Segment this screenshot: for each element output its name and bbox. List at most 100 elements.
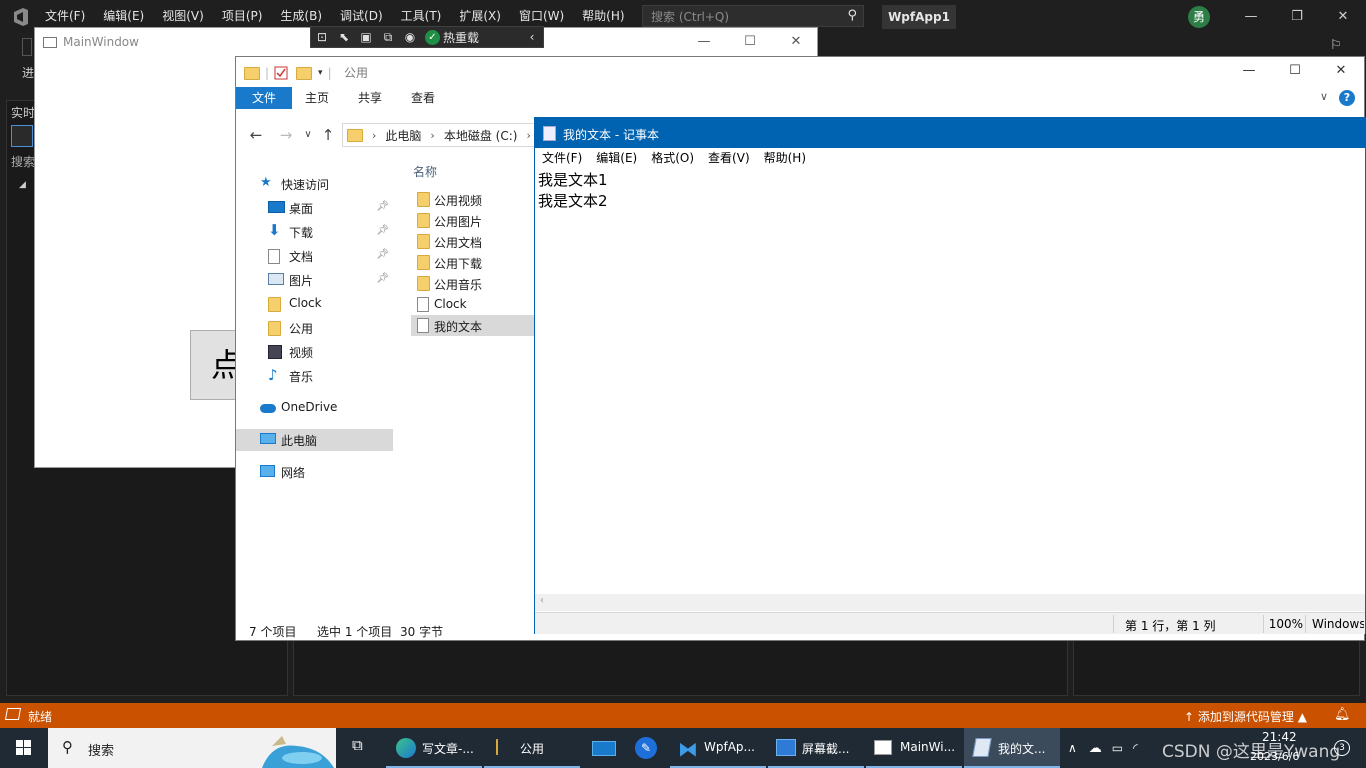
sidebar-item-documents[interactable]: 文档 📌︎ xyxy=(236,245,393,267)
notification-center-button[interactable]: 3 xyxy=(1334,740,1350,756)
sidebar-item-quick-access[interactable]: ★ 快速访问 xyxy=(236,173,393,195)
taskbar-app-mainwindow[interactable]: MainWi... xyxy=(866,728,962,768)
taskbar-app-pinned[interactable]: ✎ xyxy=(628,728,664,768)
clock-time[interactable]: 21:42 xyxy=(1262,730,1297,744)
breadcrumb-local-disk[interactable]: 本地磁盘 (C:) xyxy=(444,127,518,144)
list-item-selected[interactable]: 我的文本 xyxy=(411,315,536,336)
vs-search-placeholder: 搜索 (Ctrl+Q) xyxy=(651,10,730,24)
menu-item-edit[interactable]: 编辑(E) xyxy=(589,148,644,168)
explorer-close-button[interactable]: ✕ xyxy=(1318,57,1364,85)
pin-icon[interactable]: 📌︎ xyxy=(376,201,389,212)
notepad-text-area[interactable]: 我是文本1 我是文本2 xyxy=(538,170,608,212)
properties-icon[interactable] xyxy=(274,66,288,80)
taskbar-app-visual-studio[interactable]: ⧓ WpfAp... xyxy=(670,728,766,768)
sidebar-item-onedrive[interactable]: OneDrive xyxy=(236,397,393,419)
notification-bell-icon[interactable]: 🔔︎ xyxy=(1334,707,1351,722)
list-item[interactable]: 公用下载 xyxy=(411,252,536,273)
taskbar-app-mail[interactable] xyxy=(586,728,622,768)
ready-icon xyxy=(4,708,22,720)
sidebar-item-downloads[interactable]: ⬇ 下载 📌︎ xyxy=(236,221,393,243)
task-view-button[interactable]: ⧉ xyxy=(344,728,378,768)
vs-minimize-button[interactable]: — xyxy=(1228,0,1274,33)
help-icon[interactable]: ? xyxy=(1339,90,1355,106)
avatar[interactable]: 勇 xyxy=(1188,6,1210,28)
pin-icon[interactable]: 📌︎ xyxy=(376,249,389,260)
menu-item-help[interactable]: 帮助(H) xyxy=(757,148,813,168)
ribbon-tab-home[interactable]: 主页 xyxy=(305,87,329,109)
taskbar-search-text: 搜索 xyxy=(88,744,115,759)
display-layout-icon[interactable]: ▣ xyxy=(355,27,377,47)
customize-toolbar-icon[interactable]: ▾ xyxy=(318,68,323,78)
sidebar-item-public[interactable]: 公用 xyxy=(236,317,393,339)
forward-arrow-icon[interactable]: → xyxy=(276,125,296,145)
vs-toolbar-grip xyxy=(22,38,32,56)
menu-item-view[interactable]: 查看(V) xyxy=(701,148,757,168)
binding-failures-icon[interactable]: ◉ xyxy=(399,27,421,47)
ribbon-tab-view[interactable]: 查看 xyxy=(411,87,435,109)
track-focus-icon[interactable]: ⧉ xyxy=(377,27,399,47)
up-arrow-icon[interactable]: ↑ xyxy=(318,125,338,145)
horizontal-scrollbar[interactable]: ‹ xyxy=(535,594,1365,611)
sidebar-item-music[interactable]: ♪ 音乐 xyxy=(236,365,393,387)
status-zoom: 100% xyxy=(1268,617,1303,631)
ribbon-tab-file[interactable]: 文件 xyxy=(236,87,292,109)
address-bar[interactable]: › 此电脑 › 本地磁盘 (C:) › xyxy=(342,123,542,147)
list-item[interactable]: 公用图片 xyxy=(411,210,536,231)
mainwindow-minimize-button[interactable]: — xyxy=(681,28,727,56)
edge-icon xyxy=(396,738,416,758)
explorer-minimize-button[interactable]: — xyxy=(1226,57,1272,85)
ribbon-tab-share[interactable]: 共享 xyxy=(358,87,382,109)
expand-arrow-icon[interactable]: ◢ xyxy=(19,180,26,190)
sidebar-item-network[interactable]: 网络 xyxy=(236,461,393,483)
sidebar-item-clock[interactable]: Clock xyxy=(236,293,393,315)
list-item[interactable]: 公用文档 xyxy=(411,231,536,252)
list-item[interactable]: 公用音乐 xyxy=(411,273,536,294)
sidebar-item-pictures[interactable]: 图片 📌︎ xyxy=(236,269,393,291)
mainwindow-maximize-button[interactable]: ☐ xyxy=(727,28,773,56)
vs-close-button[interactable]: ✕ xyxy=(1320,0,1366,33)
clock-date[interactable]: 2023/6/6 xyxy=(1250,750,1299,763)
explorer-maximize-button[interactable]: ☐ xyxy=(1272,57,1318,85)
taskbar-app-edge[interactable]: 写文章-... xyxy=(386,728,482,768)
hot-reload-button[interactable]: ✓ 热重载 xyxy=(421,29,479,46)
menu-item-format[interactable]: 格式(O) xyxy=(644,148,701,168)
pin-icon[interactable]: 📌︎ xyxy=(376,273,389,284)
scroll-left-icon[interactable]: ‹ xyxy=(540,595,544,606)
sidebar-item-this-pc[interactable]: 此电脑 xyxy=(236,429,393,451)
desktop-icon xyxy=(268,201,285,213)
search-icon: ⚲ xyxy=(847,8,857,23)
onedrive-cloud-icon[interactable]: ☁ xyxy=(1089,741,1102,756)
windows-start-icon[interactable] xyxy=(0,728,48,768)
mainwindow-close-button[interactable]: ✕ xyxy=(773,28,819,56)
feedback-icon[interactable]: ⚐ xyxy=(1330,38,1342,53)
menu-item-file[interactable]: 文件(F) xyxy=(535,148,589,168)
vs-left-panel-search[interactable]: 搜索 xyxy=(11,153,35,170)
back-arrow-icon[interactable]: ← xyxy=(246,125,266,145)
taskbar-app-explorer[interactable]: 公用 xyxy=(484,728,580,768)
taskbar-search-box[interactable]: ⚲ 搜索 xyxy=(48,728,336,768)
sidebar-item-videos[interactable]: 视频 xyxy=(236,341,393,363)
vs-maximize-button[interactable]: ❐ xyxy=(1274,0,1320,33)
wifi-icon[interactable]: ◜ xyxy=(1133,741,1138,755)
sidebar-item-desktop[interactable]: 桌面 📌︎ xyxy=(236,197,393,219)
add-to-source-control-button[interactable]: ↑ 添加到源代码管理 ▲ xyxy=(1184,708,1307,725)
battery-icon[interactable]: ▭ xyxy=(1112,741,1123,755)
pin-icon[interactable]: 📌︎ xyxy=(376,225,389,236)
window-icon[interactable] xyxy=(11,125,33,147)
taskbar-app-screenshot[interactable]: 屏幕截... xyxy=(768,728,864,768)
new-folder-icon[interactable] xyxy=(296,66,313,80)
taskbar-app-notepad[interactable]: 我的文... xyxy=(964,728,1060,768)
vs-toolbar-label[interactable]: 进 xyxy=(22,64,34,81)
collapse-icon[interactable]: ‹ xyxy=(521,27,543,47)
breadcrumb-this-pc[interactable]: 此电脑 xyxy=(385,127,421,144)
select-element-icon[interactable]: ⊡ xyxy=(311,27,333,47)
list-item[interactable]: Clock xyxy=(411,294,536,315)
show-hidden-icons-icon[interactable]: ∧ xyxy=(1068,741,1077,755)
vs-left-panel-tab[interactable]: 实时 xyxy=(11,104,35,121)
cursor-select-icon[interactable]: ⬉ xyxy=(333,27,355,47)
list-item[interactable]: 公用视频 xyxy=(411,189,536,210)
recent-locations-icon[interactable]: ∨ xyxy=(298,125,318,145)
vs-search-input[interactable]: 搜索 (Ctrl+Q) ⚲ xyxy=(642,5,864,27)
expand-ribbon-icon[interactable]: ∨ xyxy=(1320,90,1328,103)
column-header-name[interactable]: 名称 xyxy=(413,163,437,180)
